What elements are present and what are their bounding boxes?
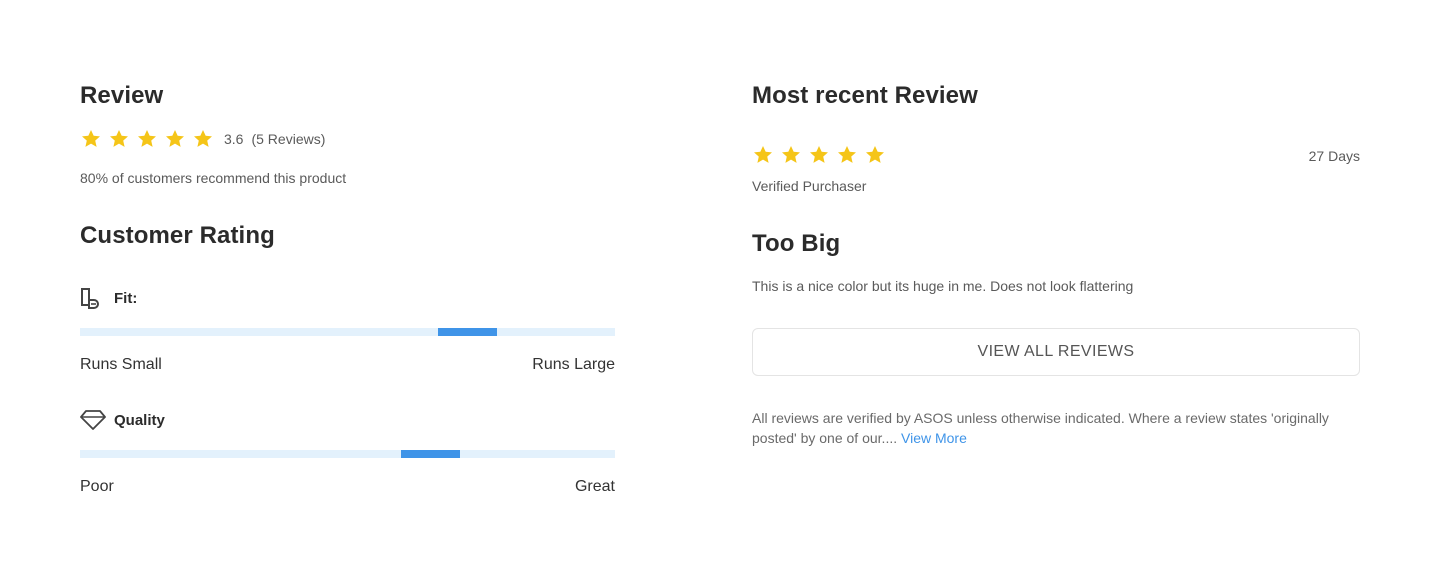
star-icon [838,146,856,163]
fit-metric-header: Fit: [80,286,615,310]
rating-value: 3.6 [224,131,244,147]
star-icon [138,130,156,147]
recent-review-title: Most recent Review [752,82,978,109]
customer-rating-title: Customer Rating [80,222,275,249]
reviews-page: Review 3.6 (5 Reviews) 80% of customers … [0,0,1440,576]
quality-scale: Poor Great [80,478,615,496]
quality-min-label: Poor [80,478,114,495]
star-icon [110,130,128,147]
star-icon [194,130,212,147]
fit-indicator [438,328,498,336]
review-body: This is a nice color but its huge in me.… [752,278,1134,294]
star-icon [754,146,772,163]
fit-bar [80,328,615,336]
disclaimer-text: All reviews are verified by ASOS unless … [752,410,1329,446]
quality-label: Quality [114,411,165,429]
quality-metric-header: Quality [80,408,615,432]
fit-max-label: Runs Large [532,356,615,373]
view-all-reviews-button[interactable]: VIEW ALL REVIEWS [752,328,1360,376]
fit-scale: Runs Small Runs Large [80,356,615,374]
quality-metric: Quality Poor Great [80,408,615,496]
recommend-text: 80% of customers recommend this product [80,170,347,186]
fit-min-label: Runs Small [80,356,162,373]
view-more-link[interactable]: View More [901,430,967,446]
quality-indicator [401,450,460,458]
star-icon [166,130,184,147]
fit-label: Fit: [114,289,138,307]
fit-icon [80,286,106,310]
review-headline: Too Big [752,230,841,257]
rating-row: 3.6 (5 Reviews) [80,128,325,150]
star-icon [866,146,884,163]
star-icon [782,146,800,163]
review-count: (5 Reviews) [251,131,326,147]
star-icon [810,146,828,163]
quality-max-label: Great [574,478,615,495]
review-disclaimer: All reviews are verified by ASOS unless … [752,408,1360,448]
review-title: Review [80,82,164,109]
quality-bar [80,450,615,458]
star-icon [82,130,100,147]
recent-star-rating [752,144,886,166]
verified-badge: Verified Purchaser [752,178,867,194]
fit-metric: Fit: Runs Small Runs Large [80,286,615,374]
star-rating [80,128,214,150]
diamond-icon [80,408,106,432]
review-age: 27 Days [1308,148,1360,164]
